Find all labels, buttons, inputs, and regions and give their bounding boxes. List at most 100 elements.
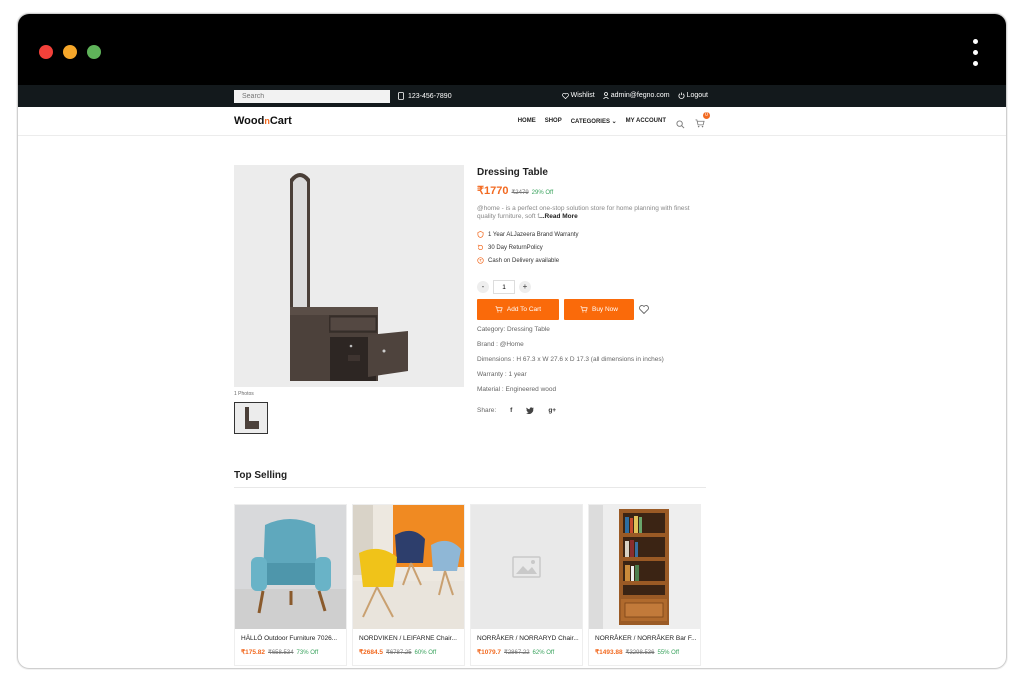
window-titlebar — [18, 14, 1006, 85]
wishlist-label: Wishlist — [570, 92, 595, 99]
top-selling-title: Top Selling — [234, 470, 288, 481]
product-card-price: ₹1079.7 — [477, 649, 502, 656]
wishlist-heart-icon[interactable] — [639, 305, 649, 314]
product-card[interactable]: NORRÅKER / NORRARYD Chair... ₹1079.7 ₹28… — [470, 504, 583, 666]
product-card-prices: ₹175.82 ₹658.534 73% Off — [235, 642, 346, 656]
feature-cod: Cash on Delivery available — [488, 257, 560, 264]
browser-window: 123-456-7890 Wishlist admin@fegno.com Lo… — [17, 13, 1007, 669]
product-card[interactable]: HÄLLÖ Outdoor Furniture 7026... ₹175.82 … — [234, 504, 347, 666]
product-thumbnail[interactable] — [234, 402, 268, 434]
nav-my-account[interactable]: MY ACCOUNT — [626, 118, 666, 125]
product-card-prices: ₹1079.7 ₹2867.22 62% Off — [471, 642, 582, 656]
meta-brand: Brand : @Home — [477, 341, 524, 348]
nav-home[interactable]: HOME — [518, 118, 536, 125]
search-input[interactable] — [234, 90, 390, 103]
maximize-window-button[interactable] — [87, 45, 101, 59]
account-email-link[interactable]: admin@fegno.com — [602, 92, 670, 99]
product-price: ₹1770 — [477, 185, 509, 197]
account-email: admin@fegno.com — [610, 92, 670, 99]
add-to-cart-label: Add To Cart — [506, 306, 542, 313]
buy-now-label: Buy Now — [591, 306, 618, 313]
product-card-image — [353, 505, 464, 629]
product-card-discount: 73% Off — [296, 650, 319, 656]
top-links: Wishlist admin@fegno.com Logout — [561, 92, 708, 99]
close-window-button[interactable] — [39, 45, 53, 59]
product-card-name: NORDVIKEN / LEIFARNE Chair... — [359, 635, 457, 642]
facebook-icon[interactable]: f — [510, 407, 512, 414]
quantity-value[interactable]: 1 — [493, 280, 515, 294]
google-plus-icon[interactable]: g+ — [548, 407, 556, 414]
logout-label: Logout — [686, 92, 708, 99]
meta-material: Material : Engineered wood — [477, 386, 557, 393]
power-icon — [678, 92, 685, 99]
photos-count: 1 Photos — [234, 391, 254, 397]
product-card[interactable]: NORRÅKER / NORRÅKER Bar F... ₹1493.88 ₹3… — [588, 504, 701, 666]
section-divider — [234, 487, 706, 488]
minimize-window-button[interactable] — [63, 45, 77, 59]
product-details: Dressing Table ₹1770 ₹2479 29% Off @home… — [477, 167, 717, 414]
more-options-icon[interactable] — [973, 39, 979, 66]
product-title: Dressing Table — [477, 167, 548, 178]
product-card-name: HÄLLÖ Outdoor Furniture 7026... — [241, 635, 338, 642]
product-card-discount: 62% Off — [532, 650, 555, 656]
chairs-image — [353, 505, 464, 629]
product-card-image — [235, 505, 346, 629]
share-label: Share: — [477, 407, 497, 414]
nav-shop[interactable]: SHOP — [545, 118, 562, 125]
top-selling-list: HÄLLÖ Outdoor Furniture 7026... ₹175.82 … — [234, 504, 701, 666]
shield-icon — [477, 231, 484, 238]
product-mrp: ₹2479 — [511, 190, 529, 196]
svg-text:₹: ₹ — [479, 258, 482, 263]
product-card-price: ₹1493.88 — [595, 649, 623, 656]
product-card-mrp: ₹658.534 — [268, 650, 294, 656]
product-card-price: ₹175.82 — [241, 649, 266, 656]
cart-button[interactable]: 0 — [695, 112, 710, 133]
product-main-image[interactable] — [234, 165, 464, 387]
product-card-mrp: ₹6787.25 — [386, 650, 412, 656]
feature-item: 1 Year ALJazeera Brand Warranty — [477, 231, 717, 238]
purchase-actions: Add To Cart Buy Now — [477, 299, 717, 320]
thumbnail-image — [235, 403, 267, 433]
add-to-cart-button[interactable]: Add To Cart — [477, 299, 559, 320]
product-card-price: ₹2684.5 — [359, 649, 384, 656]
product-card-name: NORRÅKER / NORRARYD Chair... — [477, 635, 579, 642]
heart-icon — [561, 92, 569, 99]
product-card-prices: ₹2684.5 ₹6787.25 60% Off — [353, 642, 464, 656]
feature-warranty: 1 Year ALJazeera Brand Warranty — [488, 231, 579, 238]
product-card-image — [471, 505, 582, 629]
product-card-mrp: ₹2867.22 — [504, 650, 530, 656]
phone-number: 123-456-7890 — [408, 92, 452, 100]
main-navbar: WoodnCart HOME SHOP CATEGORIES ⌄ MY ACCO… — [18, 107, 1006, 136]
return-icon — [477, 244, 484, 251]
quantity-increase-button[interactable]: + — [519, 281, 531, 293]
wishlist-link[interactable]: Wishlist — [561, 92, 595, 99]
logout-link[interactable]: Logout — [678, 92, 708, 99]
product-card-discount: 60% Off — [414, 650, 437, 656]
user-icon — [602, 92, 609, 99]
site-logo[interactable]: WoodnCart — [234, 115, 292, 127]
product-meta: Category: Dressing Table Brand : @Home D… — [477, 326, 717, 393]
cart-icon — [695, 119, 705, 128]
twitter-icon[interactable] — [526, 407, 535, 414]
buy-now-button[interactable]: Buy Now — [564, 299, 634, 320]
product-card[interactable]: NORDVIKEN / LEIFARNE Chair... ₹2684.5 ₹6… — [352, 504, 465, 666]
logo-part-wood: Wood — [234, 115, 265, 127]
quantity-decrease-button[interactable]: - — [477, 281, 489, 293]
quantity-stepper: - 1 + — [477, 280, 717, 294]
price-row: ₹1770 ₹2479 29% Off — [477, 184, 717, 197]
search-icon[interactable] — [676, 119, 685, 129]
image-placeholder-icon — [471, 505, 582, 629]
feature-item: 30 Day ReturnPolicy — [477, 244, 717, 251]
feature-item: ₹ Cash on Delivery available — [477, 257, 717, 264]
primary-nav: HOME SHOP CATEGORIES ⌄ MY ACCOUNT — [518, 118, 666, 125]
product-card-image — [589, 505, 700, 629]
nav-categories[interactable]: CATEGORIES ⌄ — [571, 118, 617, 125]
share-row: Share: f g+ — [477, 407, 717, 414]
read-more-link[interactable]: ...Read More — [539, 213, 578, 220]
site-topbar: 123-456-7890 Wishlist admin@fegno.com Lo… — [18, 85, 1006, 107]
cart-icon — [495, 306, 503, 313]
product-card-name: NORRÅKER / NORRÅKER Bar F... — [595, 635, 697, 642]
product-card-mrp: ₹3298.536 — [625, 650, 655, 656]
meta-dimensions: Dimensions : H 67.3 x W 27.6 x D 17.3 (a… — [477, 356, 664, 363]
phone-icon — [398, 92, 404, 100]
